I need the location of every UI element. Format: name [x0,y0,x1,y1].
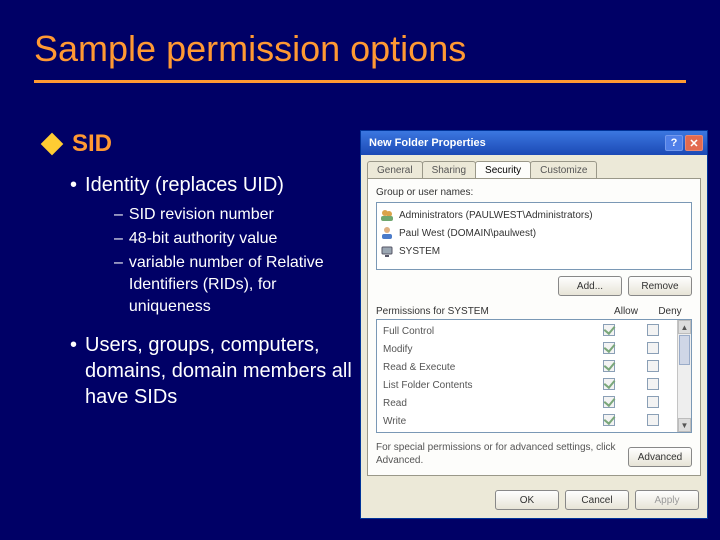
tab-sharing[interactable]: Sharing [422,161,476,178]
advanced-hint: For special permissions or for advanced … [376,441,628,467]
content-left: SID • Identity (replaces UID) –SID revis… [44,130,354,414]
advanced-button[interactable]: Advanced [628,447,692,467]
sub-rids: variable number of Relative Identifiers … [129,252,354,318]
permission-row: Read [383,394,675,412]
close-button[interactable]: ✕ [685,135,703,151]
principal-text: Administrators (PAULWEST\Administrators) [399,210,593,221]
deny-checkbox[interactable] [647,414,659,426]
add-button[interactable]: Add... [558,276,622,296]
cancel-button[interactable]: Cancel [565,490,629,510]
tabbar: General Sharing Security Customize [361,155,707,178]
tab-security[interactable]: Security [475,161,531,178]
sub-revision: SID revision number [129,204,274,226]
title-underline [34,80,686,83]
allow-column-header: Allow [604,306,648,317]
allow-checkbox[interactable] [603,396,615,408]
principal-text: Paul West (DOMAIN\paulwest) [399,228,536,239]
permission-name: Modify [383,344,587,355]
permission-name: Full Control [383,326,587,337]
allow-checkbox[interactable] [603,360,615,372]
properties-dialog: New Folder Properties ? ✕ General Sharin… [360,130,708,519]
remove-button[interactable]: Remove [628,276,692,296]
heading-sid: SID [72,130,112,158]
bullet-dot-icon: • [70,172,77,198]
list-item[interactable]: Paul West (DOMAIN\paulwest) [380,224,688,242]
bullet-identity: Identity (replaces UID) [85,172,284,198]
diamond-bullet-icon [41,133,64,156]
deny-column-header: Deny [648,306,692,317]
dash-icon: – [114,252,123,318]
titlebar[interactable]: New Folder Properties ? ✕ [361,131,707,155]
help-button[interactable]: ? [665,135,683,151]
tab-general[interactable]: General [367,161,423,178]
system-icon [380,244,394,258]
permissions-for-label: Permissions for SYSTEM [376,306,604,317]
permission-row: List Folder Contents [383,376,675,394]
principals-list[interactable]: Administrators (PAULWEST\Administrators)… [376,202,692,270]
permission-name: Write [383,416,587,427]
permission-row: Write [383,412,675,430]
group-icon [380,208,394,222]
permission-row: Full Control [383,322,675,340]
security-panel: Group or user names: Administrators (PAU… [367,178,701,476]
dialog-title: New Folder Properties [369,137,486,149]
permission-row: Read & Execute [383,358,675,376]
permission-name: Read [383,398,587,409]
allow-checkbox[interactable] [603,342,615,354]
ok-button[interactable]: OK [495,490,559,510]
permission-row: Modify [383,340,675,358]
dash-icon: – [114,228,123,250]
deny-checkbox[interactable] [647,324,659,336]
scrollbar[interactable]: ▲ ▼ [677,320,691,432]
permission-name: Read & Execute [383,362,587,373]
deny-checkbox[interactable] [647,360,659,372]
scroll-down-icon[interactable]: ▼ [678,418,691,432]
deny-checkbox[interactable] [647,396,659,408]
scroll-thumb[interactable] [679,335,690,365]
list-item[interactable]: Administrators (PAULWEST\Administrators) [380,206,688,224]
allow-checkbox[interactable] [603,414,615,426]
permissions-list: Full Control Modify Read & Execute List Fol… [376,319,692,433]
principal-text: SYSTEM [399,246,440,257]
permission-name: List Folder Contents [383,380,587,391]
slide-title: Sample permission options [34,28,466,70]
deny-checkbox[interactable] [647,378,659,390]
dash-icon: – [114,204,123,226]
bullet-users-groups: Users, groups, computers, domains, domai… [85,332,354,410]
scroll-up-icon[interactable]: ▲ [678,320,691,334]
list-item[interactable]: SYSTEM [380,242,688,260]
group-user-label: Group or user names: [376,187,692,198]
apply-button[interactable]: Apply [635,490,699,510]
allow-checkbox[interactable] [603,324,615,336]
sub-authority: 48-bit authority value [129,228,278,250]
bullet-dot-icon: • [70,332,77,410]
dialog-button-row: OK Cancel Apply [361,482,707,518]
tab-customize[interactable]: Customize [530,161,597,178]
user-icon [380,226,394,240]
deny-checkbox[interactable] [647,342,659,354]
allow-checkbox[interactable] [603,378,615,390]
